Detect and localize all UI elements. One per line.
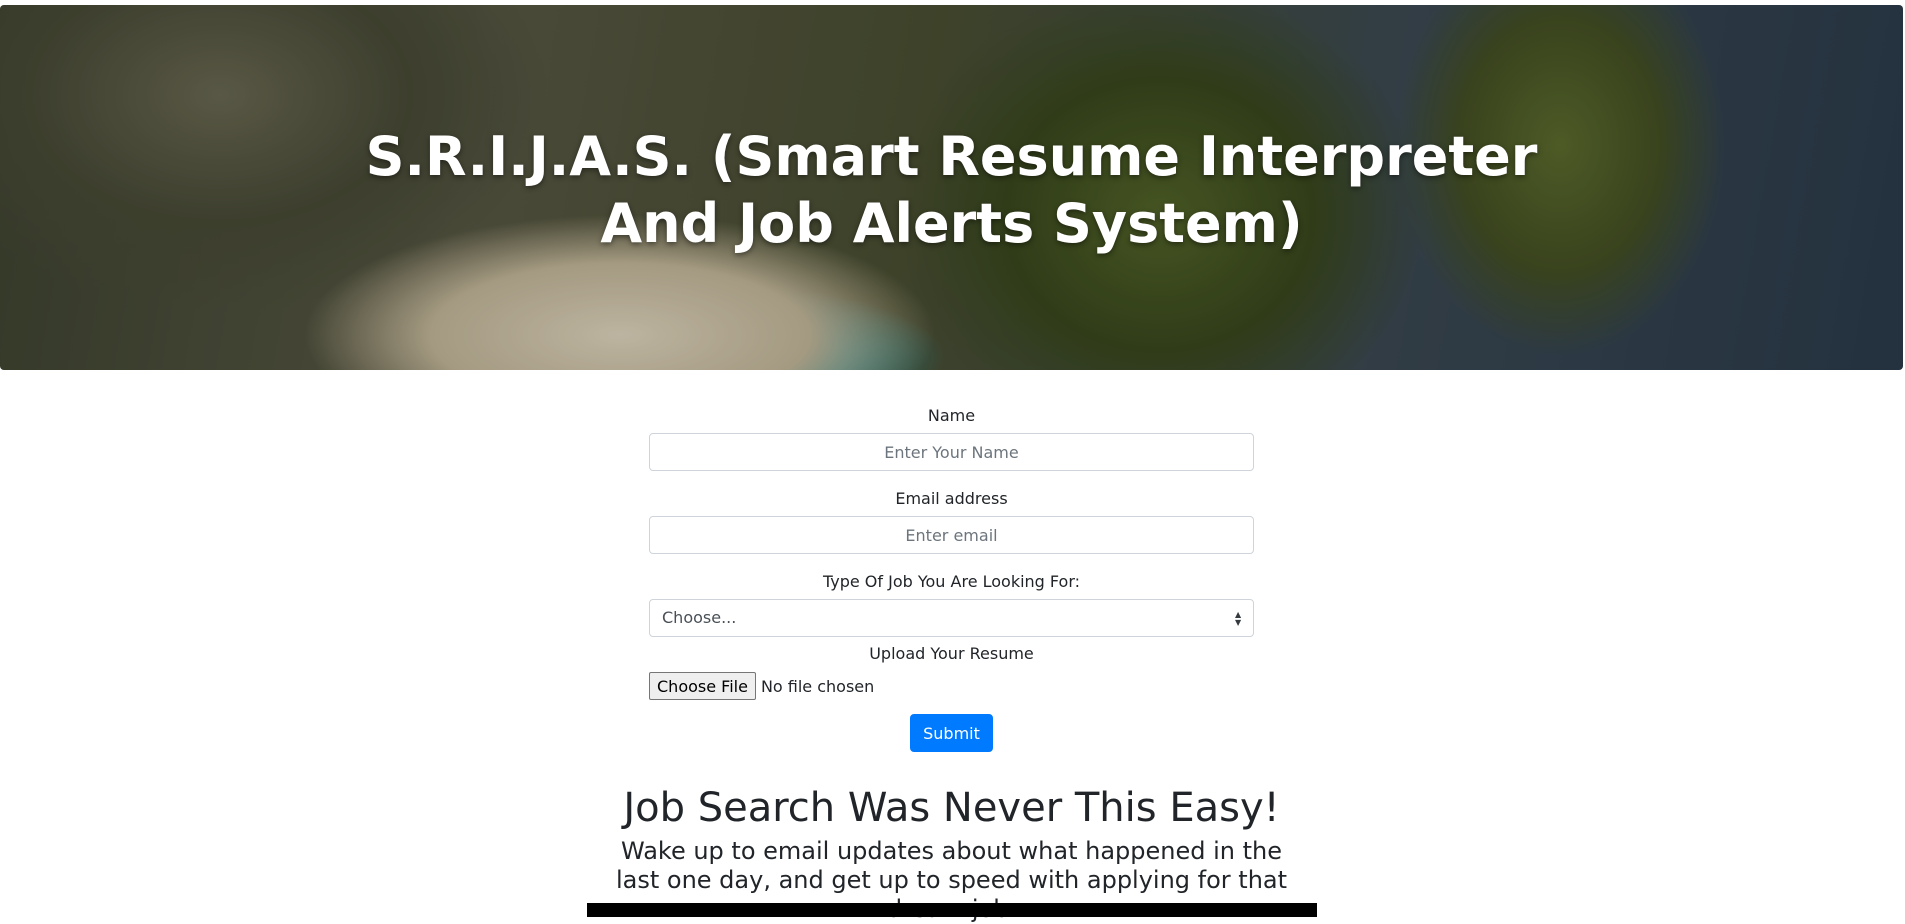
- promo-heading: Job Search Was Never This Easy!: [623, 785, 1280, 831]
- hero-banner: S.R.I.J.A.S. (Smart Resume Interpreter A…: [0, 5, 1903, 370]
- job-type-selected-value: Choose...: [662, 608, 737, 627]
- job-type-select[interactable]: Choose... ▲ ▼: [649, 599, 1254, 637]
- sort-arrows-icon: ▲ ▼: [1235, 610, 1242, 627]
- email-input[interactable]: [649, 516, 1254, 554]
- file-status-text: No file chosen: [760, 676, 875, 696]
- page-title-line-2: And Job Alerts System): [600, 192, 1303, 255]
- video-preview[interactable]: [587, 903, 1317, 917]
- signup-form: Name Email address Type Of Job You Are L…: [649, 404, 1254, 752]
- resume-file-input[interactable]: Choose File No file chosen: [649, 672, 1254, 700]
- resume-label: Upload Your Resume: [869, 644, 1034, 663]
- name-label: Name: [927, 406, 976, 425]
- page-title-line-1: S.R.I.J.A.S. (Smart Resume Interpreter: [365, 125, 1538, 188]
- name-input[interactable]: [649, 433, 1254, 471]
- page-title: S.R.I.J.A.S. (Smart Resume Interpreter A…: [0, 123, 1903, 257]
- email-label: Email address: [895, 489, 1008, 508]
- job-type-label: Type Of Job You Are Looking For:: [822, 572, 1081, 591]
- choose-file-button[interactable]: Choose File: [649, 672, 756, 700]
- submit-button[interactable]: Submit: [910, 714, 993, 752]
